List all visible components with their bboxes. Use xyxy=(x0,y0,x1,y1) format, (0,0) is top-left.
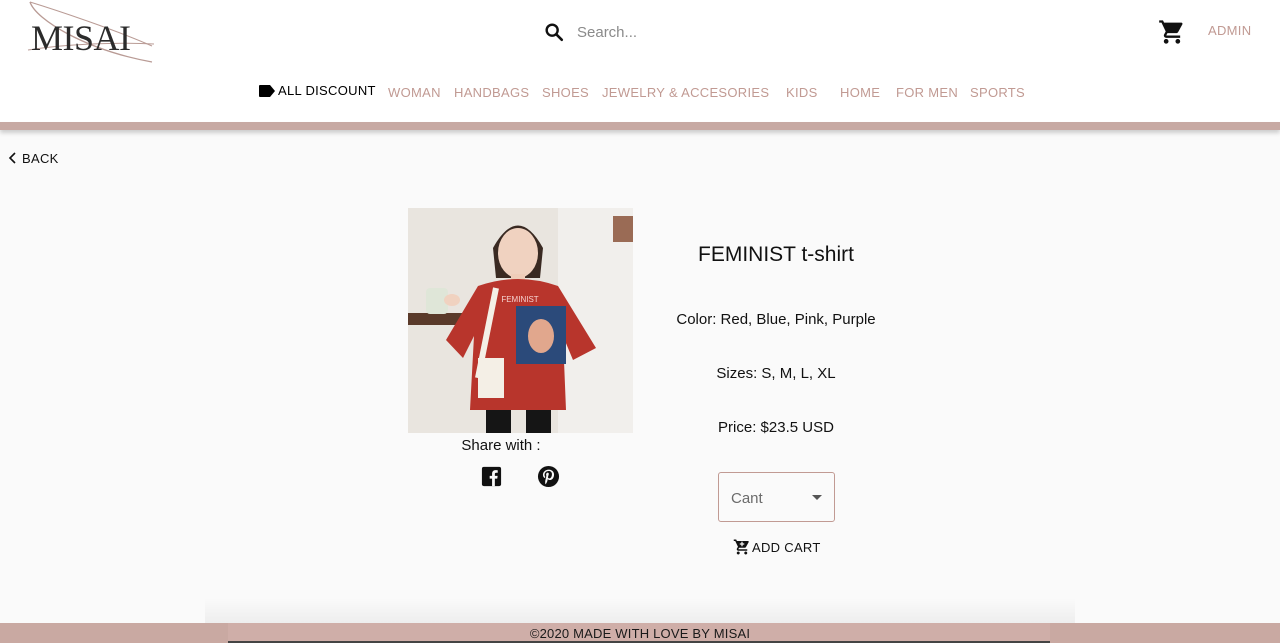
site-footer: ©2020 MADE WITH LOVE BY MISAI xyxy=(0,623,1280,643)
back-label: BACK xyxy=(22,150,59,166)
category-nav: ALL DISCOUNT WOMAN HANDBAGS SHOES JEWELR… xyxy=(0,82,1280,104)
product-image[interactable]: FEMINIST xyxy=(408,208,633,433)
nav-item-jewelry[interactable]: JEWELRY & ACCESORIES xyxy=(602,85,769,100)
quantity-select-label: Cant xyxy=(731,490,763,507)
add-cart-label: ADD CART xyxy=(752,539,821,555)
add-cart-icon xyxy=(733,539,749,555)
logo[interactable]: MISAI xyxy=(26,0,156,66)
logo-text: MISAI xyxy=(31,18,131,58)
nav-item-for-men[interactable]: FOR MEN xyxy=(896,85,958,100)
nav-item-all-discount[interactable]: ALL DISCOUNT xyxy=(258,83,376,98)
search-input[interactable] xyxy=(577,23,917,41)
chevron-down-icon xyxy=(812,495,822,500)
nav-item-label: ALL DISCOUNT xyxy=(278,83,376,98)
pinterest-icon[interactable] xyxy=(537,465,560,488)
search-bar xyxy=(543,18,943,46)
nav-item-home[interactable]: HOME xyxy=(840,85,880,100)
product-price: Price: $23.5 USD xyxy=(718,419,834,436)
header-accent-bar xyxy=(0,122,1280,130)
chevron-left-icon xyxy=(8,152,16,164)
nav-item-woman[interactable]: WOMAN xyxy=(388,85,441,100)
nav-item-sports[interactable]: SPORTS xyxy=(970,85,1025,100)
share-label: Share with : xyxy=(461,437,541,454)
search-icon[interactable] xyxy=(543,21,565,43)
footer-copyright: ©2020 MADE WITH LOVE BY MISAI xyxy=(529,626,751,641)
add-cart-button[interactable]: ADD CART xyxy=(733,538,821,556)
tag-icon xyxy=(259,84,275,97)
product-sizes: Sizes: S, M, L, XL xyxy=(716,365,836,382)
admin-link[interactable]: ADMIN xyxy=(1208,23,1251,38)
back-button[interactable]: BACK xyxy=(6,150,59,166)
nav-item-shoes[interactable]: SHOES xyxy=(542,85,589,100)
nav-item-kids[interactable]: KIDS xyxy=(786,85,818,100)
cart-icon[interactable] xyxy=(1158,18,1186,46)
shirt-print-text: FEMINIST xyxy=(501,295,538,304)
footer-shadow xyxy=(205,598,1075,624)
quantity-select[interactable]: Cant xyxy=(718,472,835,522)
nav-item-handbags[interactable]: HANDBAGS xyxy=(454,85,529,100)
product-photo: FEMINIST xyxy=(408,208,633,433)
site-header: MISAI ADMIN ALL DISCOUNT WOMAN HANDBAGS … xyxy=(0,0,1280,122)
product-colors: Color: Red, Blue, Pink, Purple xyxy=(676,311,876,328)
facebook-icon[interactable] xyxy=(480,465,503,488)
product-title: FEMINIST t-shirt xyxy=(698,243,854,266)
